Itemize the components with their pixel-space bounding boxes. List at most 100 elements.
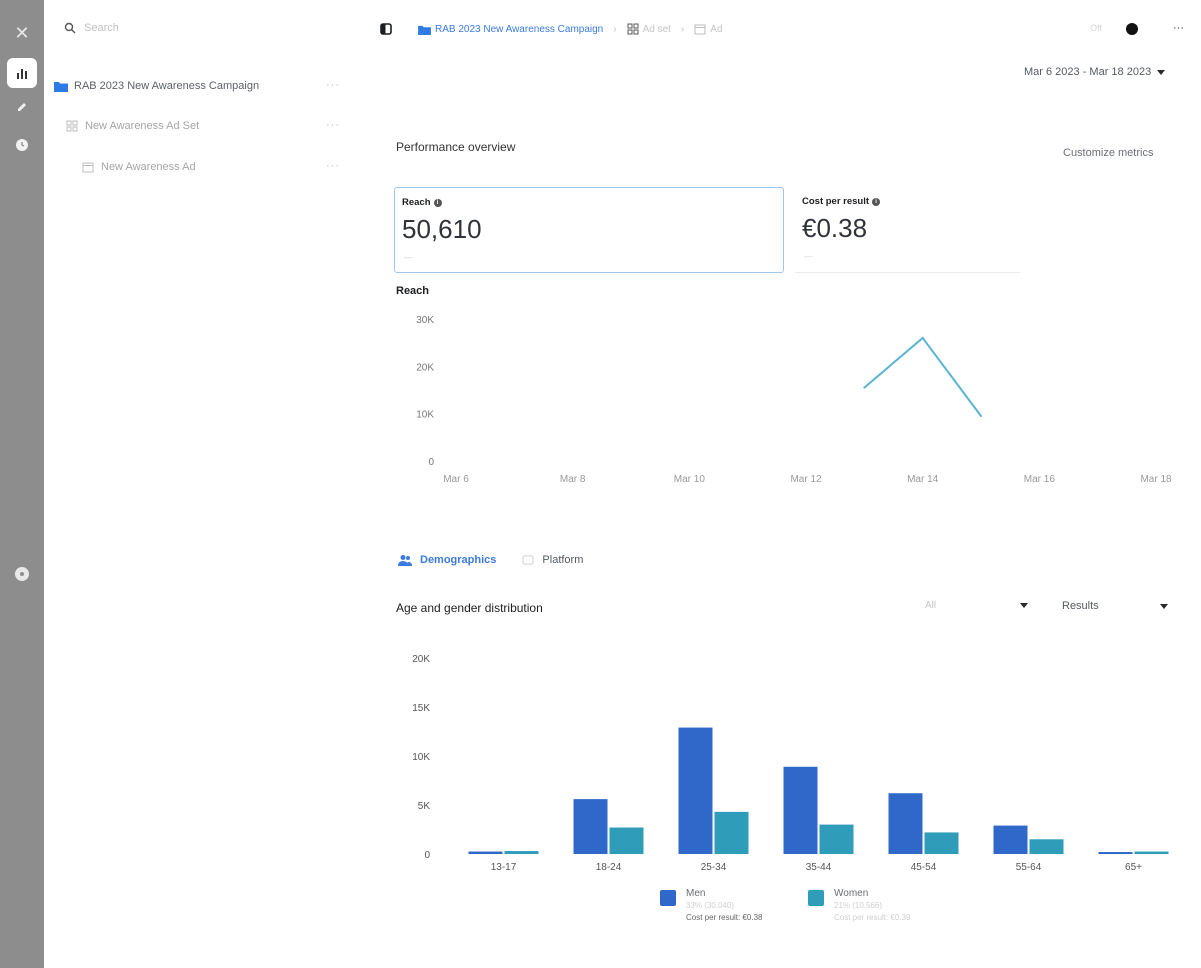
filter-select[interactable]: All [925, 600, 1028, 611]
legend-item-women[interactable]: Women 21% (10,566) Cost per result: €0.3… [808, 888, 910, 924]
breadcrumb-adset[interactable]: Ad set [643, 24, 671, 35]
breadcrumb-separator: › [613, 23, 617, 35]
x-tick-label: 45-54 [911, 862, 937, 873]
tree-item-label: RAB 2023 New Awareness Campaign [74, 80, 260, 92]
kpi-value: €0.38 [802, 213, 868, 243]
bar-women-25-34 [714, 811, 749, 854]
ad-icon [694, 24, 706, 34]
y-tick-label: 10K [416, 410, 434, 421]
bar-chart-icon [17, 69, 27, 79]
reach-series-line [863, 336, 982, 417]
tree-item-adset[interactable]: New Awareness Ad Set ··· [44, 113, 350, 139]
tree-item-label: New Awareness Ad [101, 161, 196, 173]
legend-sub: 21% (10,566) [834, 901, 883, 910]
reach-chart-title: Reach [396, 285, 430, 297]
bar-men-65+ [1098, 852, 1133, 855]
chevron-down-icon [1020, 603, 1028, 608]
sidebar-toggle-icon[interactable] [380, 23, 392, 35]
x-tick-label: 65+ [1125, 862, 1142, 873]
rail-chart-button[interactable] [7, 58, 37, 88]
status-toggle-label[interactable]: Off [1090, 23, 1102, 33]
clock-icon [16, 139, 28, 151]
ads-manager-window: ✕ Search RAB 2023 New Awareness Campaign… [0, 0, 1201, 968]
date-range-label: Mar 6 2023 - Mar 18 2023 [1024, 66, 1152, 78]
legend-cost: Cost per result: €0.38 [686, 913, 763, 922]
x-tick-label: Mar 10 [674, 474, 706, 485]
rail-history-button[interactable] [7, 130, 37, 160]
y-tick-label: 20K [412, 654, 430, 665]
tree-item-ad[interactable]: New Awareness Ad ··· [44, 154, 350, 180]
breadcrumb-ad[interactable]: Ad [710, 24, 722, 35]
folder-icon [54, 82, 68, 92]
campaign-tree: Search RAB 2023 New Awareness Campaign ·… [44, 0, 350, 968]
reach-data-point [863, 386, 866, 389]
info-icon[interactable]: i [872, 197, 881, 206]
bar-men-45-54 [888, 793, 923, 854]
breadcrumb-separator: › [680, 23, 685, 35]
search-placeholder: Search [84, 22, 119, 34]
kpi-subtext: — [404, 252, 413, 262]
top-bar: RAB 2023 New Awareness Campaign › Ad set… [380, 14, 1190, 44]
status-dot-icon[interactable] [1126, 23, 1138, 35]
kpi-label: Reach i [402, 197, 442, 208]
more-icon[interactable]: ··· [326, 79, 340, 91]
x-tick-label: 35-44 [806, 862, 832, 873]
chevron-down-icon [1157, 69, 1166, 75]
x-tick-label: Mar 12 [790, 474, 822, 485]
more-icon[interactable]: ··· [326, 160, 340, 172]
bar-women-65+ [1134, 851, 1169, 854]
pencil-icon [18, 103, 26, 111]
breakdown-tabs: Demographics Platform [398, 554, 583, 566]
ad-icon [82, 162, 94, 172]
x-tick-label: 55-64 [1016, 862, 1042, 873]
tree-item-campaign[interactable]: RAB 2023 New Awareness Campaign ··· [44, 73, 350, 99]
info-icon[interactable]: i [433, 198, 442, 207]
date-range-picker[interactable]: Mar 6 2023 - Mar 18 2023 [1024, 66, 1166, 78]
more-options-icon[interactable]: ··· [1173, 22, 1184, 34]
bar-women-45-54 [924, 832, 959, 854]
legend-swatch [808, 890, 824, 906]
y-tick-label: 20K [416, 362, 434, 373]
y-tick-label: 30K [416, 315, 434, 326]
more-icon[interactable]: ··· [326, 119, 340, 131]
x-tick-label: Mar 14 [907, 474, 939, 485]
tab-label: Platform [542, 554, 584, 566]
metric-select[interactable]: Results [1062, 600, 1168, 612]
platform-icon [522, 555, 534, 565]
bar-men-35-44 [783, 766, 818, 854]
rail-edit-button[interactable] [7, 92, 37, 122]
customize-metrics-link[interactable]: Customize metrics [1063, 147, 1153, 159]
kpi-cost-per-result[interactable]: Cost per result i €0.38 — [795, 187, 1020, 273]
kpi-reach[interactable]: Reach i 50,610 — [394, 187, 784, 273]
adset-icon [627, 23, 639, 35]
legend-swatch [660, 890, 676, 906]
adset-icon [66, 120, 78, 132]
reach-data-point [921, 336, 924, 339]
search-icon [64, 22, 76, 34]
people-icon [398, 555, 412, 566]
x-tick-label: Mar 8 [560, 474, 586, 485]
x-tick-label: 13-17 [491, 862, 517, 873]
filter-select-value: All [925, 600, 937, 611]
close-icon[interactable]: ✕ [9, 20, 35, 46]
folder-icon [418, 25, 431, 35]
kpi-subtext: — [804, 251, 813, 261]
bar-men-13-17 [468, 851, 503, 854]
legend-sub: 33% (30,040) [686, 901, 735, 910]
y-tick-label: 15K [412, 703, 430, 714]
search-box[interactable]: Search [64, 22, 119, 34]
legend-item-men[interactable]: Men 33% (30,040) Cost per result: €0.38 [660, 888, 762, 924]
tab-demographics[interactable]: Demographics [398, 554, 496, 566]
age-gender-bar-chart: 20K 15K 10K 5K 0 13-17 18-24 25-34 35-44 45-54 55-… [412, 654, 1169, 873]
bar-women-18-24 [609, 827, 644, 854]
metric-select-value: Results [1062, 600, 1099, 612]
kpi-label-text: Cost per result [802, 196, 870, 207]
bar-women-13-17 [504, 851, 539, 854]
tab-label: Demographics [420, 554, 497, 566]
x-tick-label: Mar 16 [1024, 474, 1056, 485]
tab-platform[interactable]: Platform [522, 554, 583, 566]
legend-cost: Cost per result: €0.39 [834, 913, 911, 922]
y-tick-label: 0 [424, 850, 430, 861]
breadcrumb-campaign[interactable]: RAB 2023 New Awareness Campaign [435, 24, 603, 35]
help-icon[interactable] [15, 567, 29, 581]
